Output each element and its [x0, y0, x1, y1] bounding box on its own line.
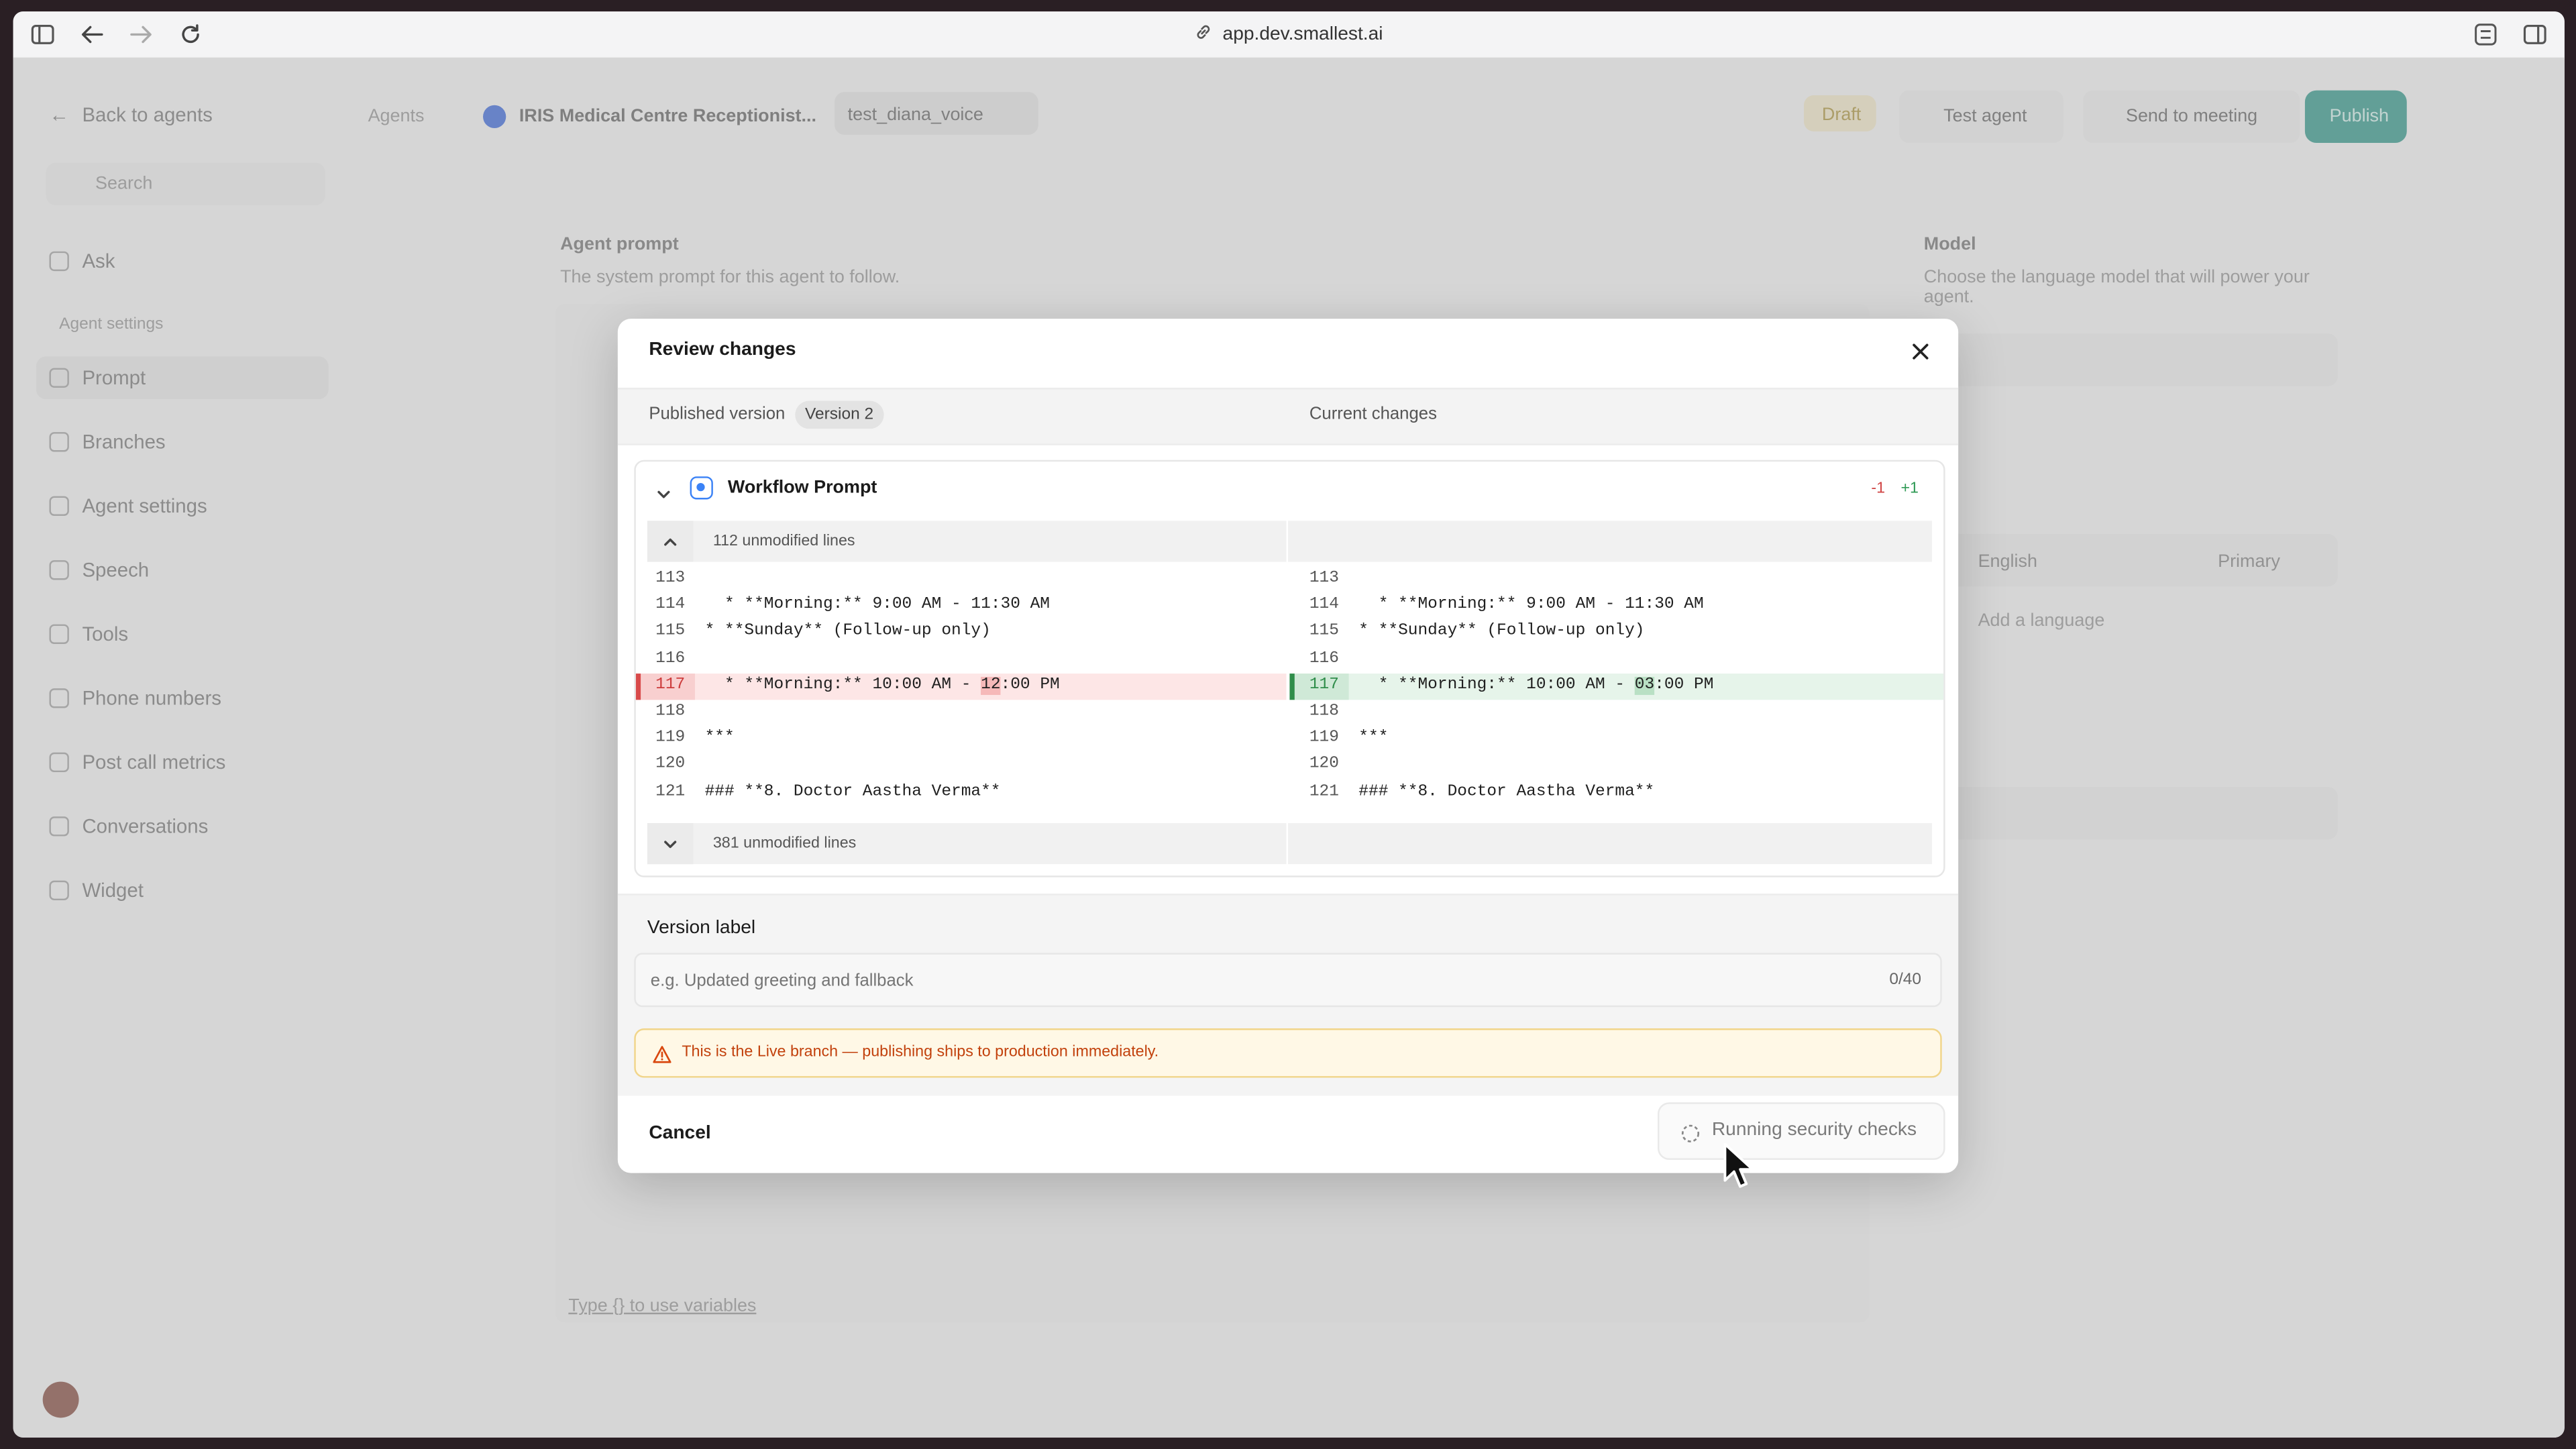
diff-line-published: 115 * **Sunday** (Follow-up only)	[636, 620, 1287, 646]
url-text: app.dev.smallest.ai	[1222, 24, 1383, 45]
version-header: Published version Version 2 Current chan…	[617, 387, 1959, 445]
line-number: 114	[655, 596, 686, 615]
address-bar[interactable]: app.dev.smallest.ai	[13, 23, 2565, 46]
diff-line-published: 118	[636, 700, 1287, 726]
line-number: 120	[655, 756, 686, 775]
mouse-cursor-icon	[1722, 1142, 1758, 1191]
line-code: ### **8. Doctor Aastha Verma**	[1358, 783, 1655, 802]
warning-text: This is the Live branch — publishing shi…	[682, 1043, 1159, 1062]
line-code: * **Morning:** 9:00 AM - 11:30 AM	[1358, 596, 1704, 615]
diff-line-current: 119 ***	[1289, 727, 1943, 753]
diff-line-current: 113	[1289, 567, 1943, 593]
line-number: 118	[1309, 703, 1339, 722]
review-changes-modal: Review changes Published version Version…	[617, 319, 1959, 1173]
diff-line-published: 117 * **Morning:** 10:00 AM - 12:00 PM	[635, 673, 1287, 700]
diff-line-published: 114 * **Morning:** 9:00 AM - 11:30 AM	[636, 594, 1287, 620]
diff-line-current: 115 * **Sunday** (Follow-up only)	[1289, 620, 1943, 646]
char-count: 0/40	[1889, 971, 1922, 989]
line-code: * **Sunday** (Follow-up only)	[1358, 623, 1645, 642]
publish-running-button[interactable]: Running security checks	[1658, 1102, 1945, 1160]
line-code: * **Morning:** 10:00 AM - 12:00 PM	[704, 676, 1060, 695]
diff-line-current: 114 * **Morning:** 9:00 AM - 11:30 AM	[1289, 594, 1943, 620]
line-code: ***	[704, 729, 735, 748]
fold-top-label: 112 unmodified lines	[712, 532, 855, 551]
chevron-down-icon[interactable]	[655, 482, 672, 498]
cancel-button[interactable]: Cancel	[649, 1124, 710, 1143]
diff-line-current: 116	[1289, 647, 1943, 673]
line-code: * **Morning:** 10:00 AM - 03:00 PM	[1358, 676, 1714, 695]
diff-line-published: 121 ### **8. Doctor Aastha Verma**	[636, 780, 1287, 806]
extension-icon[interactable]	[2473, 21, 2499, 48]
line-number: 121	[655, 783, 686, 802]
running-checks-label: Running security checks	[1711, 1120, 1917, 1140]
line-number: 116	[1309, 649, 1339, 668]
line-code: * **Sunday** (Follow-up only)	[704, 623, 991, 642]
diff-line-current: 117 * **Morning:** 10:00 AM - 03:00 PM	[1289, 673, 1944, 700]
fold-bottom-left[interactable]: 381 unmodified lines	[647, 822, 1287, 865]
spinner-icon	[1680, 1122, 1700, 1142]
link-icon	[1195, 23, 1213, 46]
line-code: * **Morning:** 9:00 AM - 11:30 AM	[704, 596, 1051, 615]
version-label-section: Version label 0/40 This is the Live bran…	[617, 894, 1959, 1096]
removed-count: -1	[1871, 480, 1886, 498]
browser-toolbar: app.dev.smallest.ai	[13, 11, 2565, 60]
chevron-up-icon[interactable]	[647, 521, 694, 562]
published-version-label: Published version	[649, 404, 786, 424]
diff-line-current: 118	[1289, 700, 1943, 726]
line-number: 116	[655, 649, 686, 668]
diff-line-published: 116	[636, 647, 1287, 673]
warning-triangle-icon	[652, 1043, 672, 1063]
section-title: Workflow Prompt	[727, 478, 877, 498]
line-number: 115	[1309, 623, 1339, 642]
split-view-icon[interactable]	[2522, 21, 2548, 48]
current-changes-label: Current changes	[1309, 404, 1437, 424]
diff-line-current: 121 ### **8. Doctor Aastha Verma**	[1289, 780, 1943, 806]
diff-line-published: 120	[636, 753, 1287, 780]
line-number: 119	[655, 729, 686, 748]
line-number: 113	[1309, 570, 1339, 588]
version-badge: Version 2	[795, 400, 883, 429]
line-number: 117	[1309, 676, 1339, 695]
fold-top-right	[1288, 521, 1933, 562]
diff-line-published: 119 ***	[636, 727, 1287, 753]
line-number: 120	[1309, 756, 1339, 775]
diff-line-current: 120	[1289, 753, 1943, 780]
line-number: 113	[655, 570, 686, 588]
diff-line-published: 113	[636, 567, 1287, 593]
line-code: ***	[1358, 729, 1389, 748]
modal-title: Review changes	[649, 339, 796, 360]
changed-text-highlight: 03	[1634, 676, 1655, 695]
fold-bottom-label: 381 unmodified lines	[712, 835, 857, 853]
line-number: 115	[655, 623, 686, 642]
line-number: 118	[655, 703, 686, 722]
fold-top-left[interactable]: 112 unmodified lines	[647, 521, 1287, 562]
close-icon[interactable]	[1909, 340, 1932, 363]
line-number: 114	[1309, 596, 1339, 615]
line-number: 121	[1309, 783, 1339, 802]
changed-text-highlight: 12	[981, 676, 1001, 695]
version-label-title: Version label	[647, 918, 756, 938]
diff-card: Workflow Prompt -1 +1 112 unmodified lin…	[634, 460, 1945, 877]
workflow-icon	[690, 476, 713, 500]
version-label-input[interactable]	[634, 953, 1942, 1008]
live-branch-warning: This is the Live branch — publishing shi…	[634, 1028, 1942, 1078]
added-count: +1	[1900, 480, 1919, 498]
line-code: ### **8. Doctor Aastha Verma**	[704, 783, 1001, 802]
line-number: 119	[1309, 729, 1339, 748]
fold-bottom-right	[1288, 822, 1933, 865]
line-number: 117	[655, 676, 686, 695]
chevron-down-icon[interactable]	[647, 822, 694, 865]
